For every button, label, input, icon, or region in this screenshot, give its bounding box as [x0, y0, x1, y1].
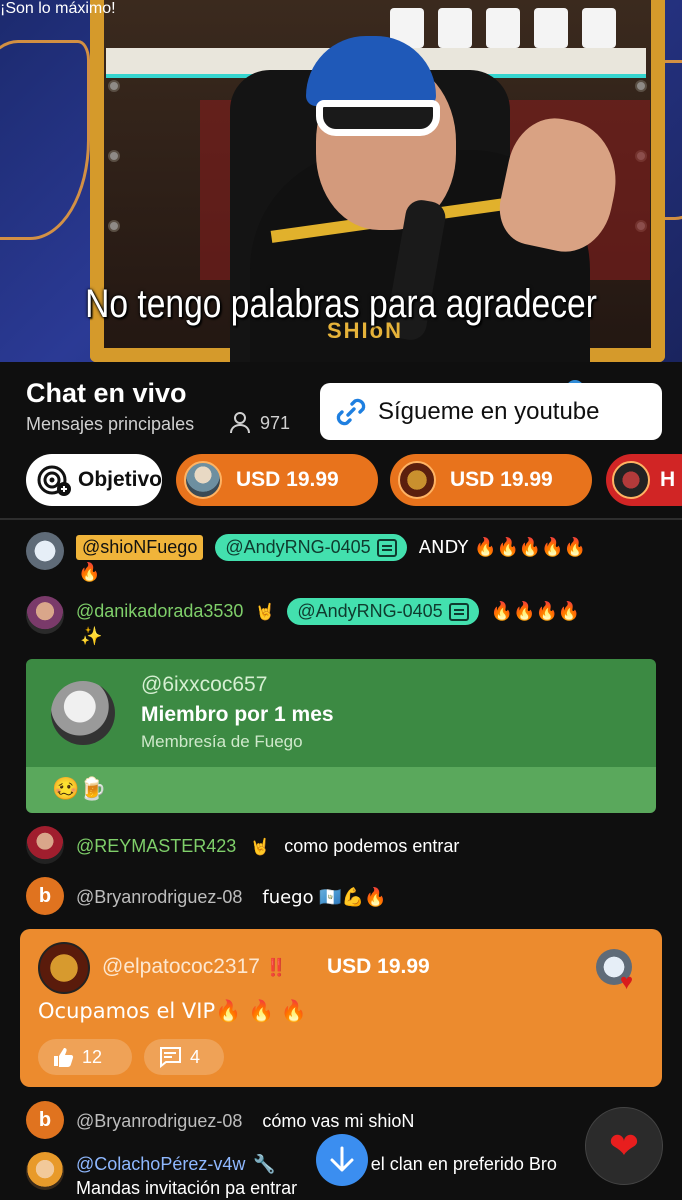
user-avatar	[26, 596, 64, 634]
ticker-avatar	[398, 461, 436, 499]
mention-text: @AndyRNG-0405	[225, 537, 371, 557]
superchat-card[interactable]: @elpatococ2317 ‼️ USD 19.99 Ocupamos el …	[20, 929, 662, 1087]
message-text: fuego 🇬🇹💪🔥	[262, 887, 387, 908]
chat-title: Chat en vivo	[26, 378, 187, 408]
membership-header: @6ixxcoc657 Miembro por 1 mes Membresía …	[26, 659, 656, 767]
chat-message[interactable]: @shioNFuego @AndyRNG-0405 ANDY 🔥🔥🔥🔥🔥 🔥	[0, 528, 682, 590]
goal-chip[interactable]: Objetivo	[26, 454, 162, 506]
ticker-avatar	[612, 461, 650, 499]
chat-bubble-icon	[376, 538, 397, 557]
heart-icon: ♥	[620, 969, 634, 994]
ticker-amount: H	[660, 468, 676, 491]
chat-message[interactable]: @REYMASTER423 🤘 como podemos entrar	[0, 826, 682, 868]
message-text: como podemos entrar	[284, 836, 460, 856]
author-name[interactable]: @danikadorada3530	[76, 601, 243, 622]
mention-chip[interactable]: @AndyRNG-0405	[287, 598, 479, 625]
author-name[interactable]: @REYMASTER423	[76, 836, 236, 857]
message-text: 🔥🔥🔥🔥	[490, 601, 581, 622]
superchat-amount: USD 19.99	[327, 955, 430, 978]
message-text-continued: Mandas invitación pa entrar	[76, 1178, 298, 1198]
video-caption-line2: ¡Son lo máximo!	[0, 0, 116, 17]
user-avatar: b	[26, 1101, 64, 1139]
superchat-badge: ‼️	[265, 958, 287, 978]
member-subtitle: Membresía de Fuego	[141, 732, 303, 751]
scroll-to-bottom-button[interactable]	[316, 1134, 368, 1186]
background-crack	[0, 40, 90, 240]
video-caption-line1: No tengo palabras para agradecer	[85, 282, 597, 326]
user-badge: 🤘	[250, 837, 271, 856]
ticker-amount: USD 19.99	[450, 468, 553, 491]
thumbs-up-icon	[54, 1048, 74, 1067]
ticker-avatar	[184, 461, 222, 499]
viewer-count: 971	[230, 412, 290, 434]
ticker-amount: USD 19.99	[236, 468, 339, 491]
message-text: en el clan en preferido Bro	[345, 1154, 557, 1174]
mention-chip[interactable]: @AndyRNG-0405	[215, 534, 407, 561]
superchat-text: Ocupamos el VIP🔥 🔥 🔥	[38, 999, 307, 1023]
superchat-author[interactable]: @elpatococ2317 ‼️	[102, 955, 287, 979]
superchat-ticker-2[interactable]: USD 19.99	[390, 454, 592, 506]
follow-youtube-button[interactable]: Sígueme en youtube	[320, 383, 662, 440]
user-avatar	[26, 1152, 64, 1190]
chip-bar: Objetivo USD 19.99 USD 19.99 H	[0, 454, 682, 508]
chat-message[interactable]: @danikadorada3530 🤘 @AndyRNG-0405 🔥🔥🔥🔥 ✨	[0, 594, 682, 656]
member-avatar	[51, 681, 115, 745]
author-name[interactable]: @Bryanrodriguez-08	[76, 887, 242, 908]
heart-reaction-button[interactable]: ❤	[585, 1107, 663, 1185]
user-avatar	[26, 826, 64, 864]
author-name[interactable]: @ColachoPérez-v4w	[76, 1154, 245, 1175]
person-icon	[230, 412, 250, 434]
like-count: 12	[82, 1046, 103, 1067]
chat-mode-selector[interactable]: Mensajes principales	[26, 414, 194, 435]
video-player[interactable]: SHIoN No tengo palabras para agradecer	[0, 0, 682, 362]
author-name[interactable]: @shioNFuego	[76, 535, 204, 560]
user-badge: 🔧	[253, 1154, 276, 1175]
reply-button[interactable]: 4	[144, 1039, 224, 1075]
goal-chip-label: Objetivo	[77, 468, 162, 491]
chat-header: Chat en vivo Mensajes principales 971 Sí…	[0, 362, 682, 520]
follow-button-label: Sígueme en youtube	[378, 397, 600, 425]
message-text-continued: 🔥	[78, 562, 101, 583]
author-name[interactable]: @Bryanrodriguez-08	[76, 1111, 242, 1132]
heart-icon: ❤	[608, 1125, 640, 1166]
message-text: cómo vas mi shioN	[262, 1111, 415, 1131]
arrow-down-icon	[330, 1146, 354, 1172]
target-icon	[37, 465, 71, 496]
superchat-ticker-1[interactable]: USD 19.99	[176, 454, 378, 506]
message-text: ANDY 🔥🔥🔥🔥🔥	[418, 537, 587, 558]
message-text-continued: ✨	[80, 626, 103, 647]
like-button[interactable]: 12	[38, 1039, 132, 1075]
chat-bubble-icon	[448, 602, 469, 621]
superchat-avatar	[38, 942, 90, 994]
user-avatar	[26, 532, 64, 570]
superchat-author-name: @elpatococ2317	[102, 955, 260, 978]
link-icon	[336, 398, 366, 425]
membership-card[interactable]: @6ixxcoc657 Miembro por 1 mes Membresía …	[26, 659, 656, 813]
viewer-count-value: 971	[260, 412, 291, 433]
reply-bubble-icon	[160, 1047, 181, 1068]
chat-divider	[0, 518, 682, 520]
user-badge: 🤘	[255, 602, 276, 621]
reply-count: 4	[190, 1046, 201, 1067]
member-title: Miembro por 1 mes	[141, 703, 334, 726]
membership-message: 🥴🍺	[26, 767, 656, 813]
mention-text: @AndyRNG-0405	[297, 601, 443, 621]
streamer-glasses	[316, 100, 440, 136]
user-avatar: b	[26, 877, 64, 915]
superchat-ticker-3[interactable]: H	[606, 454, 682, 506]
member-message-text: 🥴🍺	[52, 777, 107, 802]
chat-message[interactable]: b @Bryanrodriguez-08 fuego 🇬🇹💪🔥	[0, 877, 682, 919]
member-author[interactable]: @6ixxcoc657	[141, 673, 267, 697]
